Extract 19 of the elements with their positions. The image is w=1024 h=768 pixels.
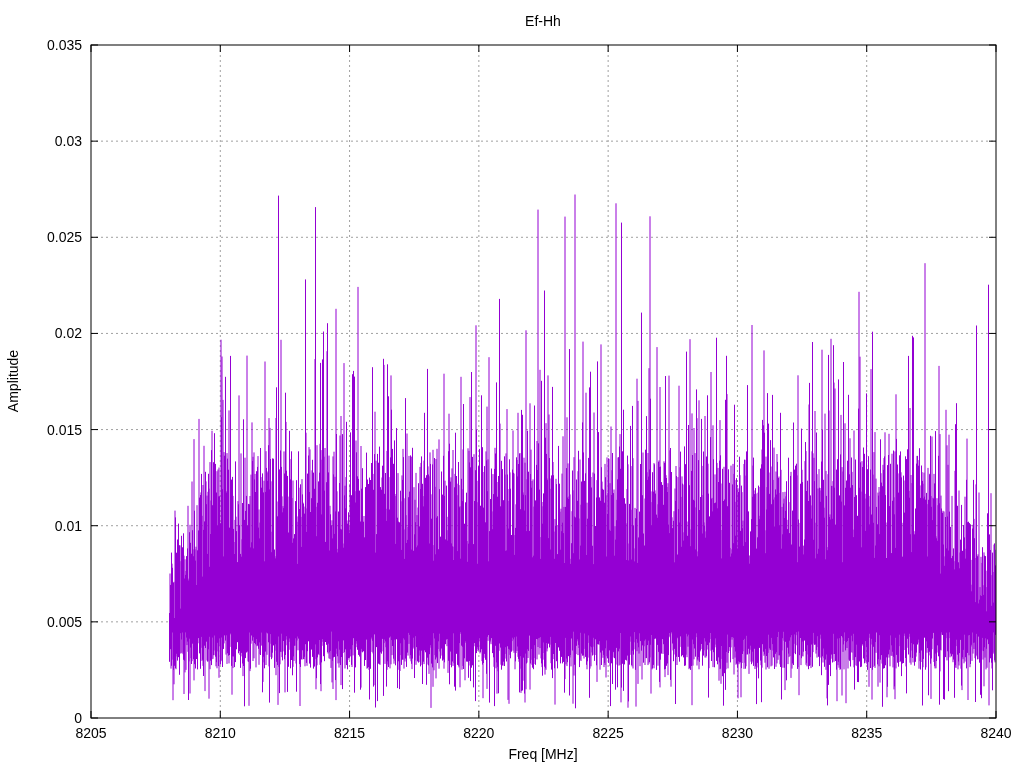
chart-title: Ef-Hh — [525, 13, 561, 29]
x-tick-label: 8235 — [851, 725, 883, 741]
x-tick-label: 8210 — [204, 725, 236, 741]
y-tick-label: 0 — [74, 710, 82, 726]
y-tick-label: 0.035 — [46, 37, 82, 53]
y-tick-label: 0.015 — [46, 421, 82, 438]
x-tick-label: 8230 — [721, 725, 753, 741]
x-tick-label: 8215 — [334, 725, 366, 741]
y-tick-label: 0.005 — [46, 613, 82, 630]
x-tick-label: 8205 — [75, 725, 107, 741]
x-tick-label: 8225 — [592, 725, 624, 741]
y-tick-label: 0.03 — [54, 133, 82, 150]
y-tick-label: 0.025 — [46, 229, 82, 246]
x-axis-label: Freq [MHz] — [508, 746, 578, 762]
x-tick-label: 8240 — [980, 725, 1012, 741]
y-axis-label: Amplitude — [5, 349, 21, 413]
y-tick-label: 0.02 — [54, 325, 82, 342]
x-tick-label: 8220 — [463, 725, 495, 741]
y-tick-label: 0.01 — [54, 517, 82, 534]
